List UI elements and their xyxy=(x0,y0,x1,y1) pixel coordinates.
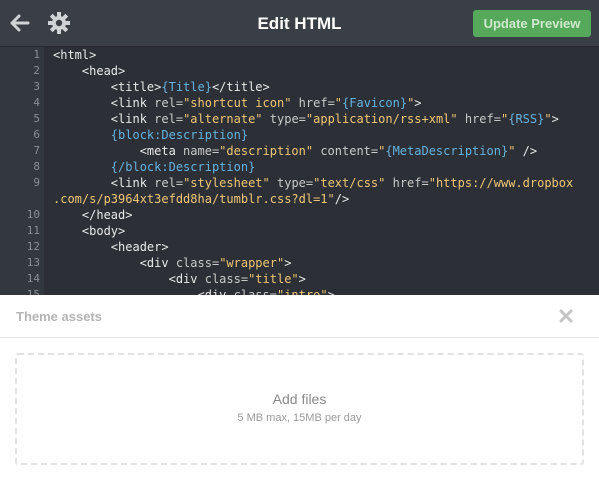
line-number: 13 xyxy=(26,256,40,269)
line-number: 1 xyxy=(33,48,40,61)
code-line: <html> xyxy=(53,48,97,62)
line-number: 14 xyxy=(26,272,40,285)
close-icon[interactable] xyxy=(558,308,574,324)
line-number: 7 xyxy=(33,144,40,157)
code-line: .com/s/p3964xt3efdd8ha/tumblr.css?dl=1"/… xyxy=(53,192,350,206)
line-number: 12 xyxy=(26,240,40,253)
code-line: {block:Description} xyxy=(110,128,249,142)
line-number: 8 xyxy=(33,160,40,173)
line-number: 5 xyxy=(33,112,40,125)
line-number: 6 xyxy=(33,128,40,141)
line-number: 3 xyxy=(33,80,40,93)
code-line: <div class="intro"> xyxy=(53,288,335,295)
code-line: <link rel="stylesheet" type="text/css" h… xyxy=(53,176,574,190)
code-editor[interactable]: 1 <html> 2 <head> 3 <title>{Title}</title… xyxy=(0,47,599,295)
code-line: <header> xyxy=(53,240,169,254)
line-number: 2 xyxy=(33,64,40,77)
panel-title: Theme assets xyxy=(16,309,102,324)
line-number: 4 xyxy=(33,96,40,109)
add-files-dropzone[interactable]: Add files 5 MB max, 15MB per day xyxy=(15,353,584,465)
code-line: <link rel="alternate" type="application/… xyxy=(53,112,559,126)
panel-header: Theme assets xyxy=(0,295,599,338)
code-line: <div class="title"> xyxy=(53,272,306,286)
code-line: <div class="wrapper"> xyxy=(53,256,292,270)
line-number: 15 xyxy=(26,288,40,295)
top-bar: Edit HTML Update Preview xyxy=(0,0,599,47)
add-files-label: Add files xyxy=(272,391,327,407)
code-line: <link rel="shortcut icon" href="{Favicon… xyxy=(53,96,422,110)
code-line: {/block:Description} xyxy=(110,160,256,174)
line-number: 11 xyxy=(26,224,40,237)
code-line: </head> xyxy=(53,208,133,222)
upload-limit-text: 5 MB max, 15MB per day xyxy=(237,412,362,424)
code-line: <title>{Title}</title> xyxy=(53,80,270,94)
code-line: <head> xyxy=(53,64,126,78)
theme-assets-panel: Theme assets Add files 5 MB max, 15MB pe… xyxy=(0,295,599,480)
update-preview-button[interactable]: Update Preview xyxy=(473,10,591,37)
code-line: <meta name="description" content="{MetaD… xyxy=(53,144,538,158)
line-number: 10 xyxy=(26,208,40,221)
line-number: 9 xyxy=(33,176,40,189)
code-line: <body> xyxy=(53,224,126,238)
